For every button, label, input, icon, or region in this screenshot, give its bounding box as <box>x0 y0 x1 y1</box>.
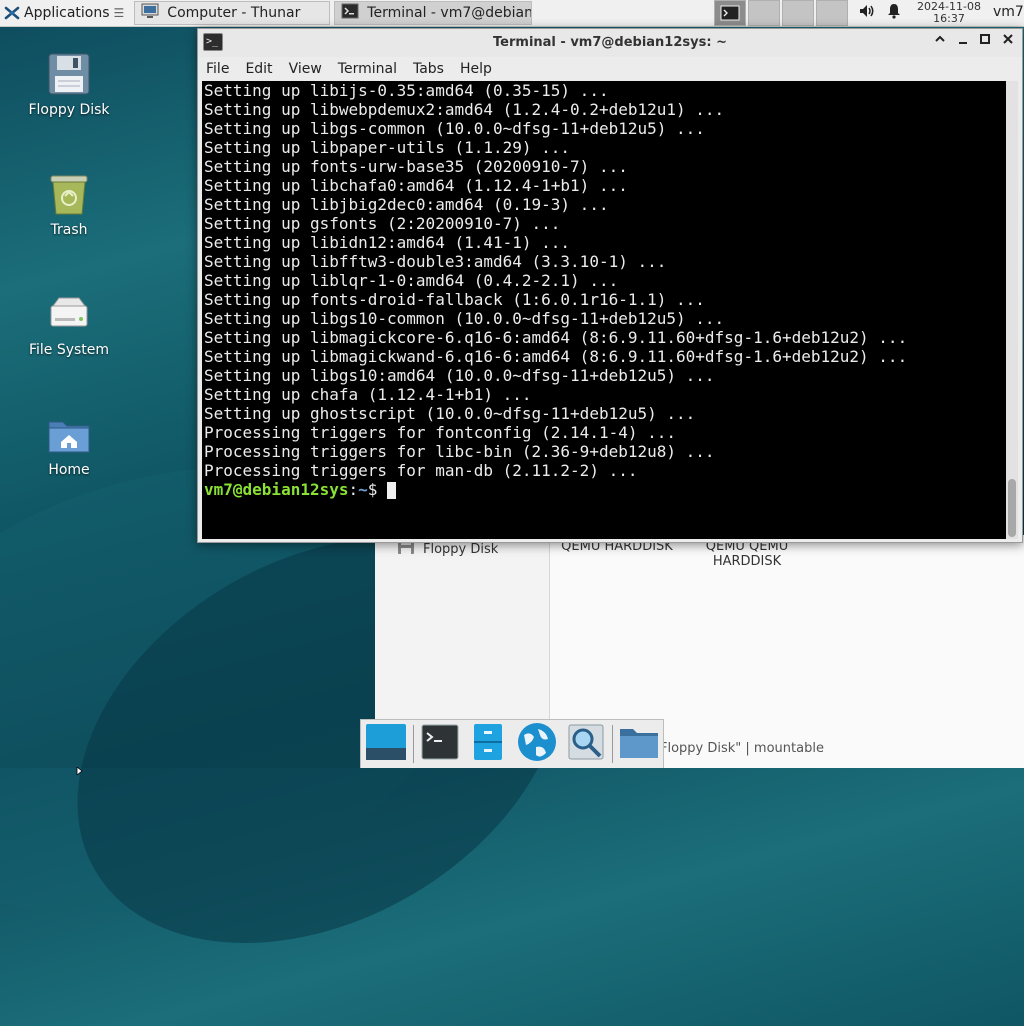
notification-bell-icon[interactable] <box>886 3 902 23</box>
text-cursor <box>387 482 397 499</box>
dock-file-cabinet-button[interactable] <box>468 723 508 765</box>
folder-icon <box>619 725 659 763</box>
terminal-line: Setting up libfftw3-double3:amd64 (3.3.1… <box>204 252 667 271</box>
desktop-icon-label: File System <box>28 342 110 358</box>
dock-search-button[interactable] <box>566 723 606 765</box>
terminal-line: Setting up fonts-droid-fallback (1:6.0.1… <box>204 290 705 309</box>
terminal-icon <box>421 724 459 764</box>
chevron-up-icon[interactable] <box>931 33 949 49</box>
clock-time: 16:37 <box>933 12 965 25</box>
close-button[interactable] <box>999 33 1017 49</box>
workspace-1[interactable] <box>714 0 746 26</box>
maximize-button[interactable] <box>976 33 994 49</box>
workspace-2[interactable] <box>748 0 780 26</box>
terminal-line: Setting up libchafa0:amd64 (1.12.4-1+b1)… <box>204 176 628 195</box>
dock-terminal-button[interactable] <box>420 723 460 765</box>
terminal-line: Setting up fonts-urw-base35 (20200910-7)… <box>204 157 628 176</box>
workspace-4[interactable] <box>816 0 848 26</box>
bottom-dock <box>360 719 664 768</box>
terminal-line: Setting up libpaper-utils (1.1.29) ... <box>204 138 571 157</box>
workspace-switcher <box>712 0 848 26</box>
taskbar-item-terminal[interactable]: Terminal - vm7@debian... <box>334 1 533 25</box>
terminal-icon <box>341 3 359 23</box>
system-tray <box>858 0 902 26</box>
search-icon <box>567 723 605 765</box>
scrollbar-thumb[interactable] <box>1008 479 1016 537</box>
menu-terminal[interactable]: Terminal <box>332 61 405 77</box>
terminal-line: Setting up libjbig2dec0:amd64 (0.19-3) .… <box>204 195 609 214</box>
applications-menu-button[interactable]: Applications ☰ <box>0 0 130 26</box>
dock-separator <box>413 725 414 763</box>
taskbar-item-thunar[interactable]: Computer - Thunar <box>134 1 331 25</box>
show-desktop-button[interactable] <box>365 723 407 765</box>
web-browser-icon <box>516 721 558 767</box>
desktop-icon-trash[interactable]: Trash <box>14 172 124 238</box>
terminal-scrollbar[interactable] <box>1006 81 1018 539</box>
menu-file[interactable]: File <box>200 61 237 77</box>
terminal-titlebar[interactable]: >_ Terminal - vm7@debian12sys: ~ <box>198 29 1022 57</box>
drive-item-qemu-qemu-harddisk[interactable]: QEMU QEMU HARDDISK <box>691 539 803 569</box>
terminal-line: Setting up libwebpdemux2:amd64 (1.2.4-0.… <box>204 100 725 119</box>
desktop-icon-label: Trash <box>50 222 88 238</box>
taskbar-item-label: Terminal - vm7@debian... <box>367 5 533 21</box>
menu-view[interactable]: View <box>283 61 330 77</box>
clock[interactable]: 2024-11-08 16:37 <box>912 0 986 25</box>
user-menu[interactable]: vm7 <box>993 4 1024 20</box>
file-cabinet-icon <box>473 723 503 765</box>
window-title: Terminal - vm7@debian12sys: ~ <box>493 35 727 50</box>
terminal-line: Processing triggers for fontconfig (2.14… <box>204 423 677 442</box>
trash-icon <box>47 172 91 216</box>
terminal-line: Setting up libmagickwand-6.q16-6:amd64 (… <box>204 347 908 366</box>
terminal-line: Setting up libmagickcore-6.q16-6:amd64 (… <box>204 328 908 347</box>
desktop-icon-floppy-disk[interactable]: Floppy Disk <box>14 52 124 118</box>
dock-web-browser-button[interactable] <box>516 723 558 765</box>
show-desktop-icon <box>365 722 407 766</box>
workspace-3[interactable] <box>782 0 814 26</box>
volume-icon[interactable] <box>858 3 876 23</box>
drive-item-label: HARDDISK <box>712 554 782 569</box>
terminal-line: Setting up gsfonts (2:20200910-7) ... <box>204 214 561 233</box>
terminal-line: Setting up libijs-0.35:amd64 (0.35-15) .… <box>204 81 609 100</box>
top-panel: Applications ☰ Computer - Thunar Termina… <box>0 0 1024 27</box>
menu-edit[interactable]: Edit <box>239 61 280 77</box>
desktop-icon-label: Home <box>48 462 90 478</box>
terminal-line: Setting up chafa (1.12.4-1+b1) ... <box>204 385 532 404</box>
xfce-logo-icon <box>4 5 20 21</box>
minimize-button[interactable] <box>954 33 972 49</box>
terminal-line: Setting up libidn12:amd64 (1.41-1) ... <box>204 233 571 252</box>
terminal-output[interactable]: Setting up libijs-0.35:amd64 (0.35-15) .… <box>202 81 1006 539</box>
terminal-line: Setting up libgs10-common (10.0.0~dfsg-1… <box>204 309 725 328</box>
prompt-symbol: $ <box>367 480 378 499</box>
terminal-icon <box>720 5 740 21</box>
home-folder-icon <box>47 412 91 456</box>
taskbar-item-label: Computer - Thunar <box>167 5 301 21</box>
dock-folder-button[interactable] <box>619 723 659 765</box>
sidebar-item-label: Floppy Disk <box>423 541 499 557</box>
prompt-path: ~ <box>358 480 368 499</box>
applications-label: Applications <box>24 5 110 21</box>
terminal-line: Setting up libgs-common (10.0.0~dfsg-11+… <box>204 119 705 138</box>
terminal-prompt[interactable]: vm7@debian12sys:~$ <box>202 480 1006 499</box>
thunar-status-bar: Floppy Disk" | mountable <box>660 741 824 756</box>
terminal-line: Setting up liblqr-1-0:amd64 (0.4.2-2.1) … <box>204 271 619 290</box>
desktop-icon-home[interactable]: Home <box>14 412 124 478</box>
desktop-icon-file-system[interactable]: File System <box>14 292 124 358</box>
terminal-line: Setting up ghostscript (10.0.0~dfsg-11+d… <box>204 404 696 423</box>
mouse-pointer-icon <box>76 760 86 779</box>
terminal-line: Setting up libgs10:amd64 (10.0.0~dfsg-11… <box>204 366 715 385</box>
menu-help[interactable]: Help <box>454 61 500 77</box>
floppy-disk-icon <box>47 52 91 96</box>
desktop-icon-label: Floppy Disk <box>28 102 110 118</box>
menu-tabs[interactable]: Tabs <box>407 61 452 77</box>
terminal-window: >_ Terminal - vm7@debian12sys: ~ File Ed… <box>197 28 1023 543</box>
terminal-line: Processing triggers for man-db (2.11.2-2… <box>204 461 638 480</box>
file-manager-icon <box>141 3 159 23</box>
terminal-line: Processing triggers for libc-bin (2.36-9… <box>204 442 715 461</box>
hard-drive-icon <box>47 292 91 336</box>
prompt-user: vm7@debian12sys <box>204 480 349 499</box>
prompt-colon: : <box>348 480 359 499</box>
dock-separator <box>612 725 613 763</box>
terminal-menubar: File Edit View Terminal Tabs Help <box>198 57 1022 81</box>
